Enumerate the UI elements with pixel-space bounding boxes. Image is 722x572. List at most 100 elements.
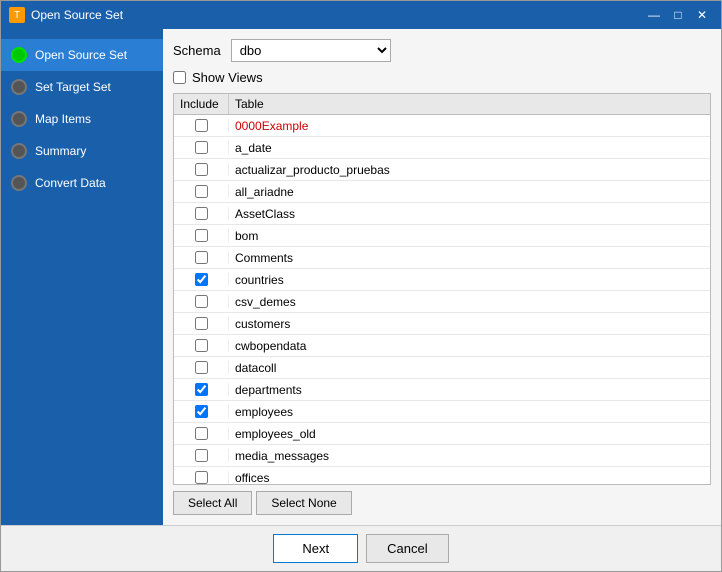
table-container: Include Table 0000Examplea_dateactualiza… [173,93,711,485]
cell-table-countries: countries [229,273,710,287]
cell-include [174,405,229,418]
title-bar-left: T Open Source Set [9,7,123,23]
table-row: employees_old [174,423,710,445]
cell-include [174,229,229,242]
show-views-checkbox[interactable] [173,71,186,84]
title-bar: T Open Source Set — □ ✕ [1,1,721,29]
table-row: actualizar_producto_pruebas [174,159,710,181]
cell-table-bom: bom [229,229,710,243]
checkbox-Comments[interactable] [195,251,208,264]
show-views-row: Show Views [173,70,711,85]
next-button[interactable]: Next [273,534,358,563]
checkbox-employees_old[interactable] [195,427,208,440]
table-row: bom [174,225,710,247]
cell-table-departments: departments [229,383,710,397]
checkbox-actualizar_producto_pruebas[interactable] [195,163,208,176]
cell-table-Comments: Comments [229,251,710,265]
sidebar-item-convert-data[interactable]: Convert Data [1,167,163,199]
close-button[interactable]: ✕ [691,6,713,24]
show-views-label[interactable]: Show Views [192,70,263,85]
select-all-button[interactable]: Select All [173,491,252,515]
cancel-button[interactable]: Cancel [366,534,448,563]
cell-include [174,251,229,264]
step-indicator-5 [11,175,27,191]
table-row: Comments [174,247,710,269]
checkbox-AssetClass[interactable] [195,207,208,220]
checkbox-0000Example[interactable] [195,119,208,132]
sidebar-item-map-items[interactable]: Map Items [1,103,163,135]
cell-table-customers: customers [229,317,710,331]
table-row: csv_demes [174,291,710,313]
table-row: all_ariadne [174,181,710,203]
main-window: T Open Source Set — □ ✕ Open Source Set … [0,0,722,572]
main-panel: Schema dbo Show Views Include Table [163,29,721,525]
sidebar-label-set-target-set: Set Target Set [35,80,111,94]
cell-table-media_messages: media_messages [229,449,710,463]
cell-include [174,449,229,462]
cell-include [174,295,229,308]
bottom-buttons-row: Select All Select None [173,491,711,515]
sidebar-label-convert-data: Convert Data [35,176,106,190]
cell-table-actualizar_producto_pruebas: actualizar_producto_pruebas [229,163,710,177]
window-title: Open Source Set [31,8,123,22]
table-rows: 0000Examplea_dateactualizar_producto_pru… [174,115,710,485]
title-bar-controls: — □ ✕ [643,6,713,24]
table-row: media_messages [174,445,710,467]
sidebar-item-set-target-set[interactable]: Set Target Set [1,71,163,103]
checkbox-departments[interactable] [195,383,208,396]
step-indicator-2 [11,79,27,95]
sidebar-label-summary: Summary [35,144,86,158]
schema-label: Schema [173,43,221,58]
checkbox-cwbopendata[interactable] [195,339,208,352]
checkbox-countries[interactable] [195,273,208,286]
table-row: a_date [174,137,710,159]
cell-include [174,383,229,396]
col-header-table: Table [229,94,710,114]
cell-include [174,273,229,286]
table-inner: Include Table 0000Examplea_dateactualiza… [174,94,710,485]
cell-include [174,317,229,330]
step-indicator-3 [11,111,27,127]
step-indicator-1 [11,47,27,63]
app-icon: T [9,7,25,23]
cell-include [174,185,229,198]
cell-include [174,141,229,154]
cell-include [174,207,229,220]
cell-table-csv_demes: csv_demes [229,295,710,309]
table-row: datacoll [174,357,710,379]
table-row: offices [174,467,710,485]
cell-table-offices: offices [229,471,710,485]
step-indicator-4 [11,143,27,159]
col-header-include: Include [174,94,229,114]
select-none-button[interactable]: Select None [256,491,351,515]
checkbox-employees[interactable] [195,405,208,418]
cell-include [174,339,229,352]
cell-table-cwbopendata: cwbopendata [229,339,710,353]
cell-include [174,163,229,176]
checkbox-all_ariadne[interactable] [195,185,208,198]
table-header: Include Table [174,94,710,115]
checkbox-bom[interactable] [195,229,208,242]
table-row: employees [174,401,710,423]
table-row: cwbopendata [174,335,710,357]
table-row: customers [174,313,710,335]
table-row: departments [174,379,710,401]
footer: Next Cancel [1,525,721,571]
minimize-button[interactable]: — [643,6,665,24]
cell-table-all_ariadne: all_ariadne [229,185,710,199]
cell-include [174,361,229,374]
cell-table-employees_old: employees_old [229,427,710,441]
checkbox-customers[interactable] [195,317,208,330]
checkbox-csv_demes[interactable] [195,295,208,308]
checkbox-media_messages[interactable] [195,449,208,462]
checkbox-datacoll[interactable] [195,361,208,374]
schema-row: Schema dbo [173,39,711,62]
schema-select[interactable]: dbo [231,39,391,62]
cell-include [174,119,229,132]
sidebar-item-open-source-set[interactable]: Open Source Set [1,39,163,71]
checkbox-offices[interactable] [195,471,208,484]
checkbox-a_date[interactable] [195,141,208,154]
sidebar-item-summary[interactable]: Summary [1,135,163,167]
cell-table-datacoll: datacoll [229,361,710,375]
maximize-button[interactable]: □ [667,6,689,24]
